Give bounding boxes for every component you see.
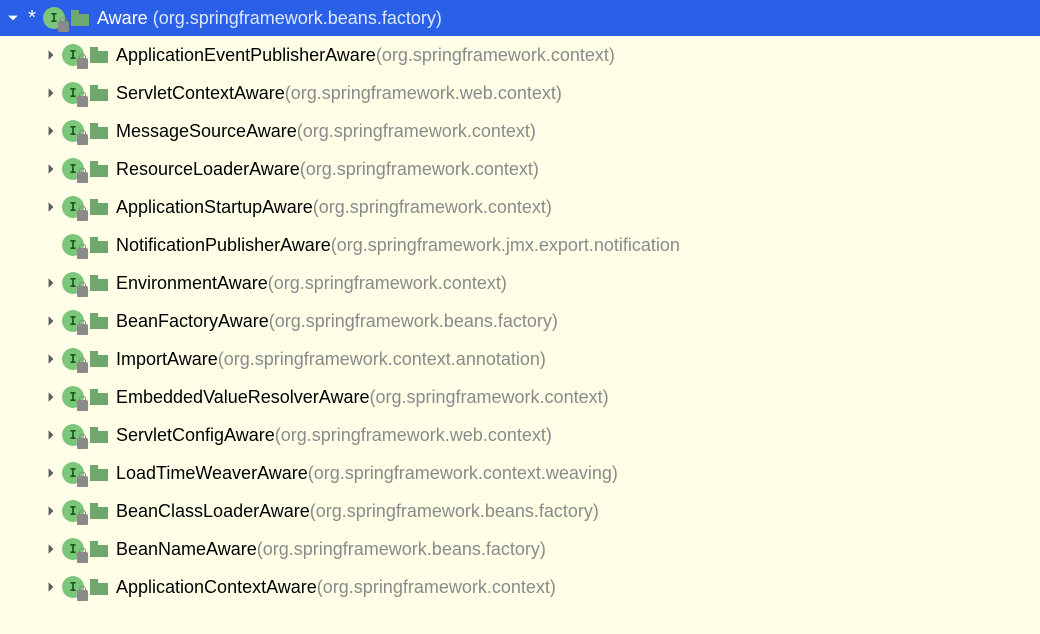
- tree-node[interactable]: I LoadTimeWeaverAware (org.springframewor…: [0, 454, 1040, 492]
- interface-icon: I: [62, 386, 84, 408]
- chevron-right-icon[interactable]: [42, 198, 60, 216]
- chevron-right-icon[interactable]: [42, 464, 60, 482]
- tree-node[interactable]: I MessageSourceAware (org.springframework…: [0, 112, 1040, 150]
- node-package-name: (org.springframework.context): [268, 273, 507, 294]
- interface-icon: I: [62, 196, 84, 218]
- chevron-right-icon[interactable]: [42, 578, 60, 596]
- interface-icon: I: [62, 234, 84, 256]
- tree-node[interactable]: I ApplicationContextAware (org.springfram…: [0, 568, 1040, 606]
- node-class-name: NotificationPublisherAware: [116, 235, 331, 256]
- node-package-name: (org.springframework.web.context): [285, 83, 562, 104]
- node-package-name: (org.springframework.context): [297, 121, 536, 142]
- tree-node[interactable]: I BeanClassLoaderAware (org.springframewo…: [0, 492, 1040, 530]
- node-package-name: (org.springframework.context.weaving): [308, 463, 618, 484]
- chevron-right-icon[interactable]: [42, 388, 60, 406]
- node-package-name: (org.springframework.beans.factory): [269, 311, 558, 332]
- package-icon: [71, 10, 89, 26]
- tree-node[interactable]: I ImportAware (org.springframework.contex…: [0, 340, 1040, 378]
- package-icon: [90, 351, 108, 367]
- node-package-name: (org.springframework.context): [370, 387, 609, 408]
- node-package-name: (org.springframework.context): [313, 197, 552, 218]
- interface-icon: I: [62, 158, 84, 180]
- node-class-name: BeanFactoryAware: [116, 311, 269, 332]
- package-icon: [90, 503, 108, 519]
- package-icon: [90, 541, 108, 557]
- tree-node[interactable]: I ServletContextAware (org.springframewor…: [0, 74, 1040, 112]
- tree-node[interactable]: I BeanFactoryAware (org.springframework.b…: [0, 302, 1040, 340]
- package-icon: [90, 199, 108, 215]
- interface-icon: I: [62, 424, 84, 446]
- package-icon: [90, 123, 108, 139]
- node-package-name: (org.springframework.jmx.export.notifica…: [331, 235, 680, 256]
- package-icon: [90, 313, 108, 329]
- chevron-right-icon[interactable]: [42, 540, 60, 558]
- node-class-name: EnvironmentAware: [116, 273, 268, 294]
- node-class-name: BeanClassLoaderAware: [116, 501, 310, 522]
- package-icon: [90, 427, 108, 443]
- chevron-right-icon[interactable]: [42, 46, 60, 64]
- package-icon: [90, 85, 108, 101]
- interface-icon: I: [62, 120, 84, 142]
- package-icon: [90, 579, 108, 595]
- node-class-name: MessageSourceAware: [116, 121, 297, 142]
- tree-node[interactable]: I ResourceLoaderAware (org.springframewor…: [0, 150, 1040, 188]
- node-class-name: ApplicationEventPublisherAware: [116, 45, 376, 66]
- node-class-name: EmbeddedValueResolverAware: [116, 387, 370, 408]
- node-package-name: (org.springframework.context): [376, 45, 615, 66]
- interface-icon: I: [62, 310, 84, 332]
- node-class-name: ServletContextAware: [116, 83, 285, 104]
- node-package-name: (org.springframework.context): [317, 577, 556, 598]
- tree-node[interactable]: I ApplicationEventPublisherAware (org.spr…: [0, 36, 1040, 74]
- chevron-right-icon[interactable]: [42, 350, 60, 368]
- node-package-name: (org.springframework.context.annotation): [218, 349, 546, 370]
- chevron-right-icon[interactable]: [42, 426, 60, 444]
- node-package-name: (org.springframework.web.context): [275, 425, 552, 446]
- package-icon: [90, 389, 108, 405]
- type-hierarchy-tree: * I Aware (org.springframework.beans.fac…: [0, 0, 1040, 606]
- node-class-name: BeanNameAware: [116, 539, 257, 560]
- tree-node[interactable]: I ServletConfigAware (org.springframework…: [0, 416, 1040, 454]
- interface-icon: I: [62, 44, 84, 66]
- chevron-right-icon[interactable]: [42, 502, 60, 520]
- tree-node[interactable]: I NotificationPublisherAware (org.springf…: [0, 226, 1040, 264]
- interface-icon: I: [62, 82, 84, 104]
- chevron-right-icon[interactable]: [42, 312, 60, 330]
- interface-icon: I: [62, 272, 84, 294]
- interface-icon: I: [62, 348, 84, 370]
- node-class-name: ImportAware: [116, 349, 218, 370]
- chevron-right-icon[interactable]: [42, 160, 60, 178]
- node-class-name: Aware: [97, 8, 148, 29]
- node-package-name: (org.springframework.beans.factory): [257, 539, 546, 560]
- interface-icon: I: [62, 500, 84, 522]
- tree-node[interactable]: I BeanNameAware (org.springframework.bean…: [0, 530, 1040, 568]
- node-package-name: (org.springframework.beans.factory): [310, 501, 599, 522]
- package-icon: [90, 237, 108, 253]
- tree-node[interactable]: I EnvironmentAware (org.springframework.c…: [0, 264, 1040, 302]
- package-icon: [90, 161, 108, 177]
- package-icon: [90, 465, 108, 481]
- interface-icon: I: [62, 576, 84, 598]
- chevron-right-icon[interactable]: [42, 84, 60, 102]
- interface-icon: I: [62, 462, 84, 484]
- tree-node[interactable]: I ApplicationStartupAware (org.springfram…: [0, 188, 1040, 226]
- star-icon: *: [24, 8, 40, 28]
- node-class-name: ServletConfigAware: [116, 425, 275, 446]
- tree-node-root[interactable]: * I Aware (org.springframework.beans.fac…: [0, 0, 1040, 36]
- chevron-right-icon[interactable]: [42, 122, 60, 140]
- interface-icon: I: [62, 538, 84, 560]
- chevron-right-icon[interactable]: [42, 274, 60, 292]
- chevron-down-icon[interactable]: [4, 9, 22, 27]
- interface-icon: I: [43, 7, 65, 29]
- node-class-name: ApplicationStartupAware: [116, 197, 313, 218]
- node-class-name: LoadTimeWeaverAware: [116, 463, 308, 484]
- node-package-name: (org.springframework.context): [300, 159, 539, 180]
- package-icon: [90, 47, 108, 63]
- node-class-name: ApplicationContextAware: [116, 577, 317, 598]
- node-class-name: ResourceLoaderAware: [116, 159, 300, 180]
- node-package-name: (org.springframework.beans.factory): [153, 8, 442, 29]
- tree-node[interactable]: I EmbeddedValueResolverAware (org.springf…: [0, 378, 1040, 416]
- package-icon: [90, 275, 108, 291]
